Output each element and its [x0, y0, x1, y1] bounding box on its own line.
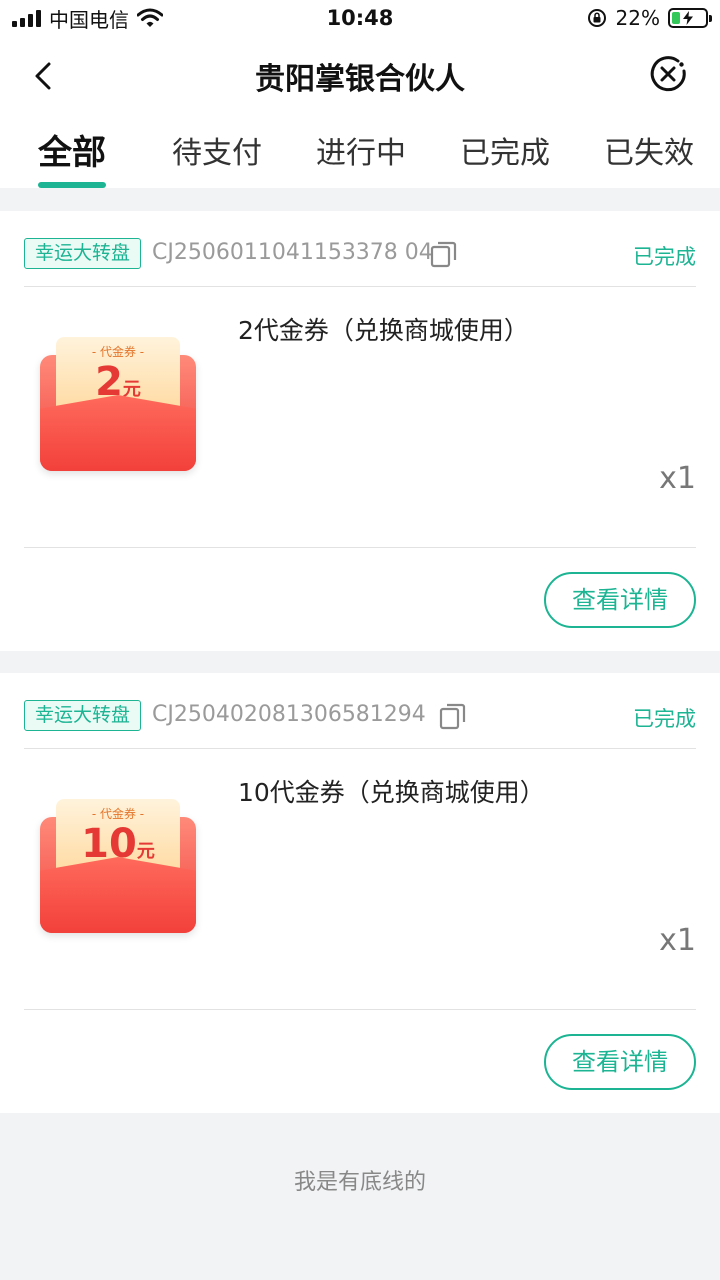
coupon-label: - 代金券 -: [91, 807, 145, 821]
coupon-label: - 代金券 -: [91, 345, 145, 359]
item-quantity: x1: [659, 461, 696, 496]
order-card: 幸运大转盘 CJ250402081306581294 已完成 - 代金券 - 1…: [0, 673, 720, 1113]
order-tabs: 全部 待支付 进行中 已完成 已失效: [0, 110, 720, 188]
order-status: 已完成: [633, 245, 696, 269]
view-details-button[interactable]: 查看详情: [544, 1034, 696, 1090]
view-details-button[interactable]: 查看详情: [544, 572, 696, 628]
orientation-lock-icon: [587, 9, 606, 27]
order-card: 幸运大转盘 CJ2506011041153378 04 已完成 - 代金券 - …: [0, 211, 720, 651]
status-bar: 中国电信 10:48 22%: [0, 0, 720, 38]
order-type-tag: 幸运大转盘: [24, 700, 142, 731]
tab-completed[interactable]: 已完成: [460, 128, 550, 172]
item-name: 10代金券（兑换商城使用）: [238, 778, 545, 807]
tab-all[interactable]: 全部: [38, 125, 106, 174]
coupon-image: - 代金券 - 10元: [40, 799, 196, 937]
nav-header: 贵阳掌银合伙人: [0, 38, 720, 110]
order-number: CJ250402081306581294: [152, 702, 426, 727]
tab-pending-payment[interactable]: 待支付: [172, 128, 262, 172]
item-quantity: x1: [659, 923, 696, 958]
page-title: 贵阳掌银合伙人: [255, 62, 465, 97]
active-tab-indicator: [38, 182, 106, 188]
battery-percent: 22%: [615, 6, 660, 30]
order-type-tag: 幸运大转盘: [24, 238, 142, 269]
tab-in-progress[interactable]: 进行中: [316, 128, 406, 172]
coupon-unit: 元: [136, 841, 155, 862]
battery-icon: [668, 8, 712, 28]
order-number: CJ2506011041153378 04: [152, 240, 433, 265]
coupon-image: - 代金券 - 2元: [40, 337, 196, 475]
end-of-list-text: 我是有底线的: [293, 1170, 426, 1195]
order-status: 已完成: [633, 707, 696, 731]
tab-expired[interactable]: 已失效: [604, 128, 694, 172]
item-name: 2代金券（兑换商城使用）: [238, 316, 529, 345]
close-circle-icon[interactable]: [648, 54, 688, 94]
copy-icon[interactable]: [430, 240, 458, 268]
copy-icon[interactable]: [439, 702, 467, 730]
